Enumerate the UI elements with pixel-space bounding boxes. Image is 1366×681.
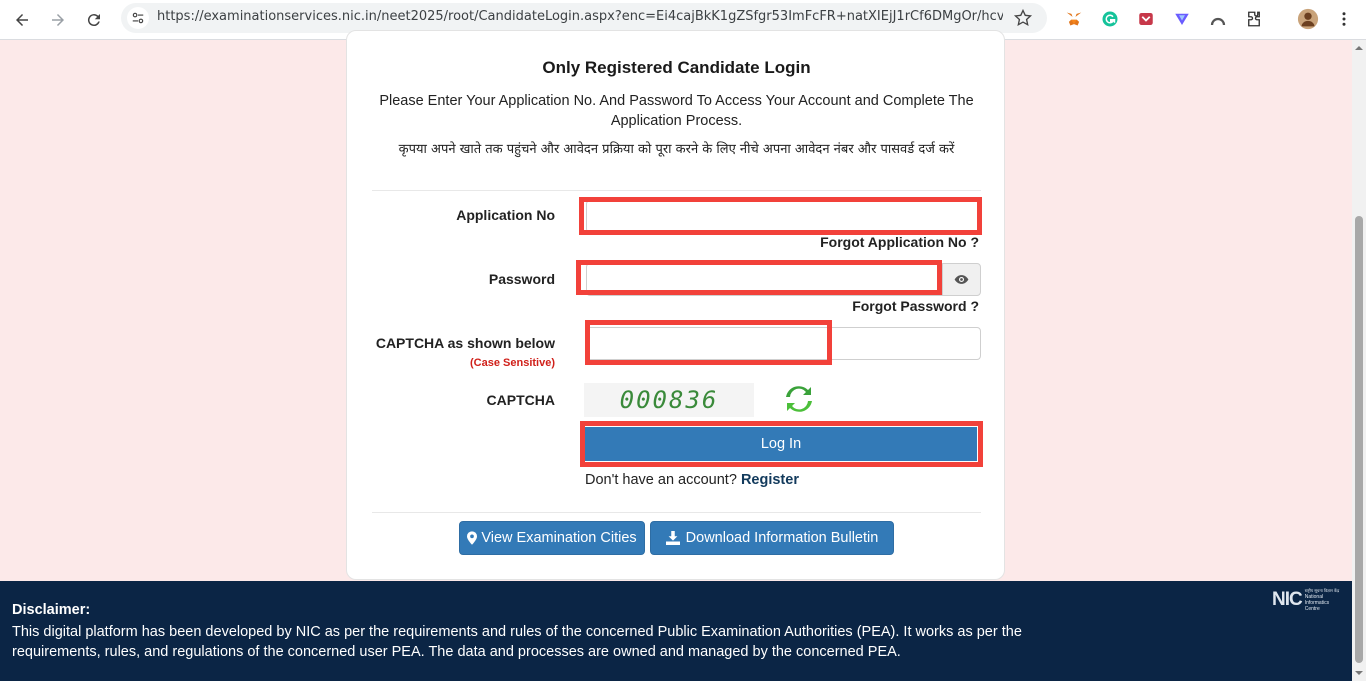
site-info-icon[interactable]: [127, 7, 149, 29]
extensions-icon[interactable]: [1242, 7, 1266, 31]
view-examination-cities-button[interactable]: View Examination Cities: [459, 521, 645, 555]
reload-icon: [87, 14, 100, 27]
intro-english: Please Enter Your Application No. And Pa…: [379, 93, 974, 129]
view-cities-label: View Examination Cities: [481, 530, 637, 546]
password-highlight: [576, 260, 942, 295]
url-text[interactable]: https://examinationservices.nic.in/neet2…: [157, 9, 1003, 24]
page-scrollbar[interactable]: [1352, 40, 1366, 681]
refresh-captcha-icon[interactable]: [782, 382, 816, 416]
disclaimer-text: This digital platform has been developed…: [12, 624, 1022, 660]
no-account-text: Don't have an account?: [585, 472, 737, 488]
back-icon: [16, 14, 28, 26]
eye-icon: [954, 275, 969, 284]
scroll-up-icon[interactable]: [1355, 44, 1363, 52]
password-label: Password: [488, 271, 555, 287]
nic-logo-line3: Centre: [1304, 606, 1320, 612]
address-bar[interactable]: https://examinationservices.nic.in/neet2…: [121, 3, 1047, 33]
star-icon[interactable]: [1013, 8, 1033, 28]
metamask-icon[interactable]: [1062, 7, 1086, 31]
grammarly-icon[interactable]: [1098, 7, 1122, 31]
captcha-input-label: CAPTCHA as shown below: [375, 335, 555, 351]
map-marker-icon: [467, 531, 478, 545]
register-link[interactable]: Register: [741, 472, 799, 488]
application-no-highlight: [579, 197, 982, 235]
register-line: Don't have an account? Register: [585, 472, 799, 488]
scroll-thumb[interactable]: [1355, 216, 1363, 663]
scroll-down-icon[interactable]: [1355, 669, 1363, 677]
captcha-highlight: [585, 320, 832, 365]
page-title: Only Registered Candidate Login: [542, 58, 811, 77]
download-bulletin-button[interactable]: Download Information Bulletin: [650, 521, 894, 555]
captcha-label: CAPTCHA: [486, 392, 555, 408]
footer: Disclaimer: This digital platform has be…: [0, 581, 1352, 681]
disclaimer-title: Disclaimer:: [12, 602, 91, 618]
forgot-application-link[interactable]: Forgot Application No ?: [820, 234, 979, 250]
arc-icon[interactable]: [1206, 7, 1230, 31]
application-no-label: Application No: [456, 207, 555, 223]
show-password-button[interactable]: [942, 263, 981, 296]
divider-bottom: [372, 512, 981, 513]
profile-avatar[interactable]: [1296, 7, 1320, 31]
menu-icon[interactable]: [1332, 7, 1356, 31]
captcha-code: 000836: [619, 386, 719, 414]
download-bulletin-label: Download Information Bulletin: [685, 530, 879, 546]
nic-logo-text: राष्ट्रीय सूचना विज्ञान केंद्र National …: [1305, 588, 1339, 612]
forward-button[interactable]: [44, 6, 72, 34]
forgot-password-link[interactable]: Forgot Password ?: [852, 298, 979, 314]
nic-logo-letters: NIC: [1272, 589, 1303, 610]
vpn-icon[interactable]: [1170, 7, 1194, 31]
back-button[interactable]: [8, 6, 36, 34]
intro-hindi: कृपया अपने खाते तक पहुंचने और आवेदन प्रक…: [398, 142, 955, 157]
login-card: Only Registered Candidate Login Please E…: [346, 30, 1005, 580]
captcha-image: 000836: [584, 383, 754, 417]
reload-button[interactable]: [80, 6, 108, 34]
pocket-icon[interactable]: [1134, 7, 1158, 31]
divider-top: [372, 190, 981, 191]
login-highlight: [580, 421, 983, 467]
case-sensitive-note: (Case Sensitive): [470, 357, 555, 369]
nic-logo: NIC राष्ट्रीय सूचना विज्ञान केंद्र Natio…: [1272, 588, 1339, 612]
forward-icon: [52, 14, 64, 26]
download-icon: [665, 531, 680, 545]
